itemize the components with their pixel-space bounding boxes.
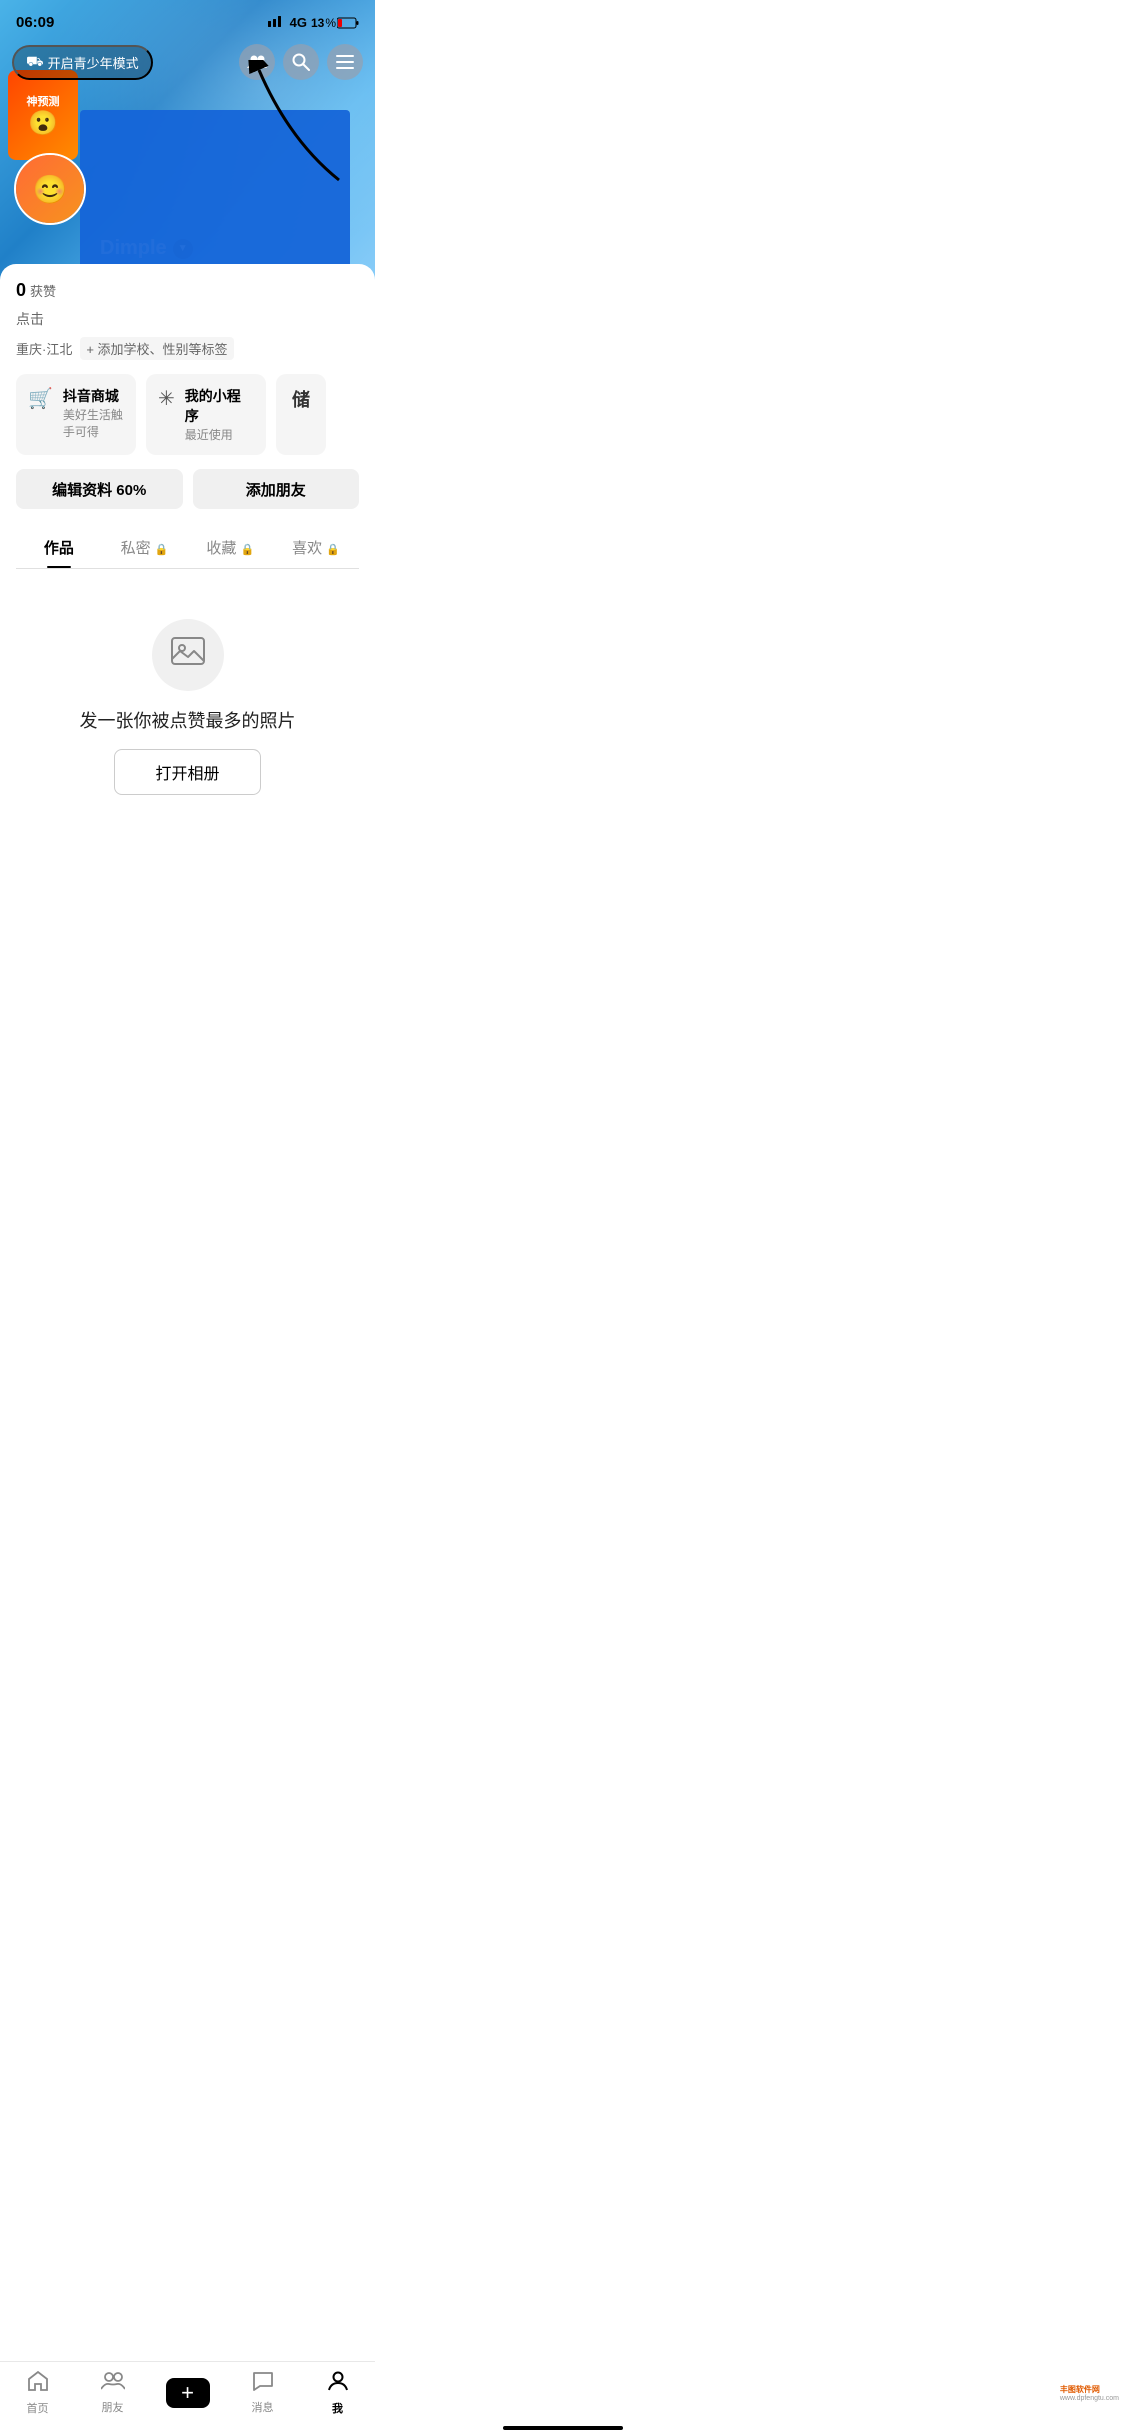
extra-icon: 储 [292, 386, 310, 412]
tab-private[interactable]: 私密 🔒 [102, 525, 188, 568]
service-extra[interactable]: 储 [276, 374, 326, 455]
home-icon [27, 2370, 49, 2398]
nav-friends[interactable]: 朋友 [75, 2371, 150, 2415]
open-album-button[interactable]: 打开相册 [114, 749, 260, 795]
teen-mode-label: 开启青少年模式 [48, 53, 139, 72]
nav-messages[interactable]: 消息 [225, 2371, 300, 2415]
nav-messages-label: 消息 [252, 2399, 274, 2415]
stat-likes: 0 获赞 [16, 280, 56, 301]
home-indicator [503, 2426, 623, 2430]
nav-plus[interactable]: + [150, 2378, 225, 2408]
tab-likes[interactable]: 喜欢 🔒 [273, 525, 359, 568]
network-label: 4G [290, 15, 307, 30]
miniapp-name: 我的小程序 [185, 386, 254, 426]
stat-likes-num: 0 [16, 280, 26, 301]
me-icon [327, 2370, 349, 2398]
shop-sub: 美好生活触手可得 [63, 406, 124, 440]
services-row: 🛒 抖音商城 美好生活触手可得 ✳ 我的小程序 最近使用 储 [16, 374, 359, 455]
top-right-icons [239, 44, 363, 80]
nav-me[interactable]: 我 [300, 2370, 375, 2416]
tab-collect[interactable]: 收藏 🔒 [188, 525, 274, 568]
nav-home-label: 首页 [27, 2400, 49, 2416]
friends-icon [101, 2371, 125, 2397]
empty-text: 发一张你被点赞最多的照片 [80, 707, 296, 733]
watermark: 丰图软件网 www.dpfengtu.com [1054, 2380, 1125, 2406]
private-lock-icon: 🔒 [155, 544, 169, 556]
nav-plus-button[interactable]: + [166, 2378, 210, 2408]
plus-icon: + [181, 2380, 194, 2406]
tabs-row: 作品 私密 🔒 收藏 🔒 喜欢 🔒 [16, 525, 359, 569]
stats-row: 0 获赞 [16, 280, 359, 301]
likes-lock-icon: 🔒 [326, 544, 340, 556]
miniapp-sub: 最近使用 [185, 426, 254, 443]
nav-home[interactable]: 首页 [0, 2370, 75, 2416]
top-actions: ⛟ 开启青少年模式 [0, 44, 375, 80]
tab-works[interactable]: 作品 [16, 525, 102, 568]
status-time: 06:09 [16, 14, 54, 31]
shop-icon: 🛒 [28, 386, 53, 411]
avatar: 😊 [14, 153, 86, 225]
nav-me-label: 我 [332, 2400, 343, 2416]
menu-button[interactable] [327, 44, 363, 80]
teen-mode-button[interactable]: ⛟ 开启青少年模式 [12, 45, 153, 80]
service-miniapp[interactable]: ✳ 我的小程序 最近使用 [146, 374, 266, 455]
signal-bars-icon [268, 15, 286, 30]
photo-placeholder-icon [170, 633, 206, 677]
privacy-blur-overlay [80, 110, 350, 280]
nav-friends-label: 朋友 [102, 2399, 124, 2415]
action-buttons: 编辑资料 60% 添加朋友 [16, 469, 359, 509]
bottom-nav: 首页 朋友 + 消息 我 [0, 2361, 375, 2436]
messages-icon [252, 2371, 274, 2397]
sticker-badge: 神预测 😮 [8, 70, 78, 160]
edit-profile-button[interactable]: 编辑资料 60% [16, 469, 183, 509]
add-tag-button[interactable]: + 添加学校、性别等标签 [80, 337, 233, 360]
service-shop[interactable]: 🛒 抖音商城 美好生活触手可得 [16, 374, 136, 455]
status-bar: 06:09 4G 13 % [0, 0, 375, 37]
stat-likes-label: 获赞 [30, 281, 56, 300]
collect-lock-icon: 🔒 [241, 544, 255, 556]
profile-banner: ⛟ 开启青少年模式 [0, 0, 375, 280]
status-icons: 4G 13 % [268, 15, 359, 30]
empty-icon-circle [152, 619, 224, 691]
empty-state: 发一张你被点赞最多的照片 打开相册 [16, 569, 359, 825]
teen-mode-icon: ⛟ [26, 53, 44, 72]
shop-name: 抖音商城 [63, 386, 124, 406]
miniapp-icon: ✳ [158, 386, 175, 411]
bio-area[interactable]: 点击 [16, 309, 359, 329]
search-button[interactable] [283, 44, 319, 80]
tags-row: 重庆·江北 + 添加学校、性别等标签 [16, 337, 359, 360]
location-tag: 重庆·江北 [16, 339, 72, 358]
avatar-container: 😊 [14, 153, 86, 225]
battery-icon: 13 % [311, 16, 359, 30]
profile-card: 0 获赞 点击 重庆·江北 + 添加学校、性别等标签 🛒 抖音商城 美好生活触手… [0, 264, 375, 825]
contacts-button[interactable] [239, 44, 275, 80]
add-friend-button[interactable]: 添加朋友 [193, 469, 360, 509]
